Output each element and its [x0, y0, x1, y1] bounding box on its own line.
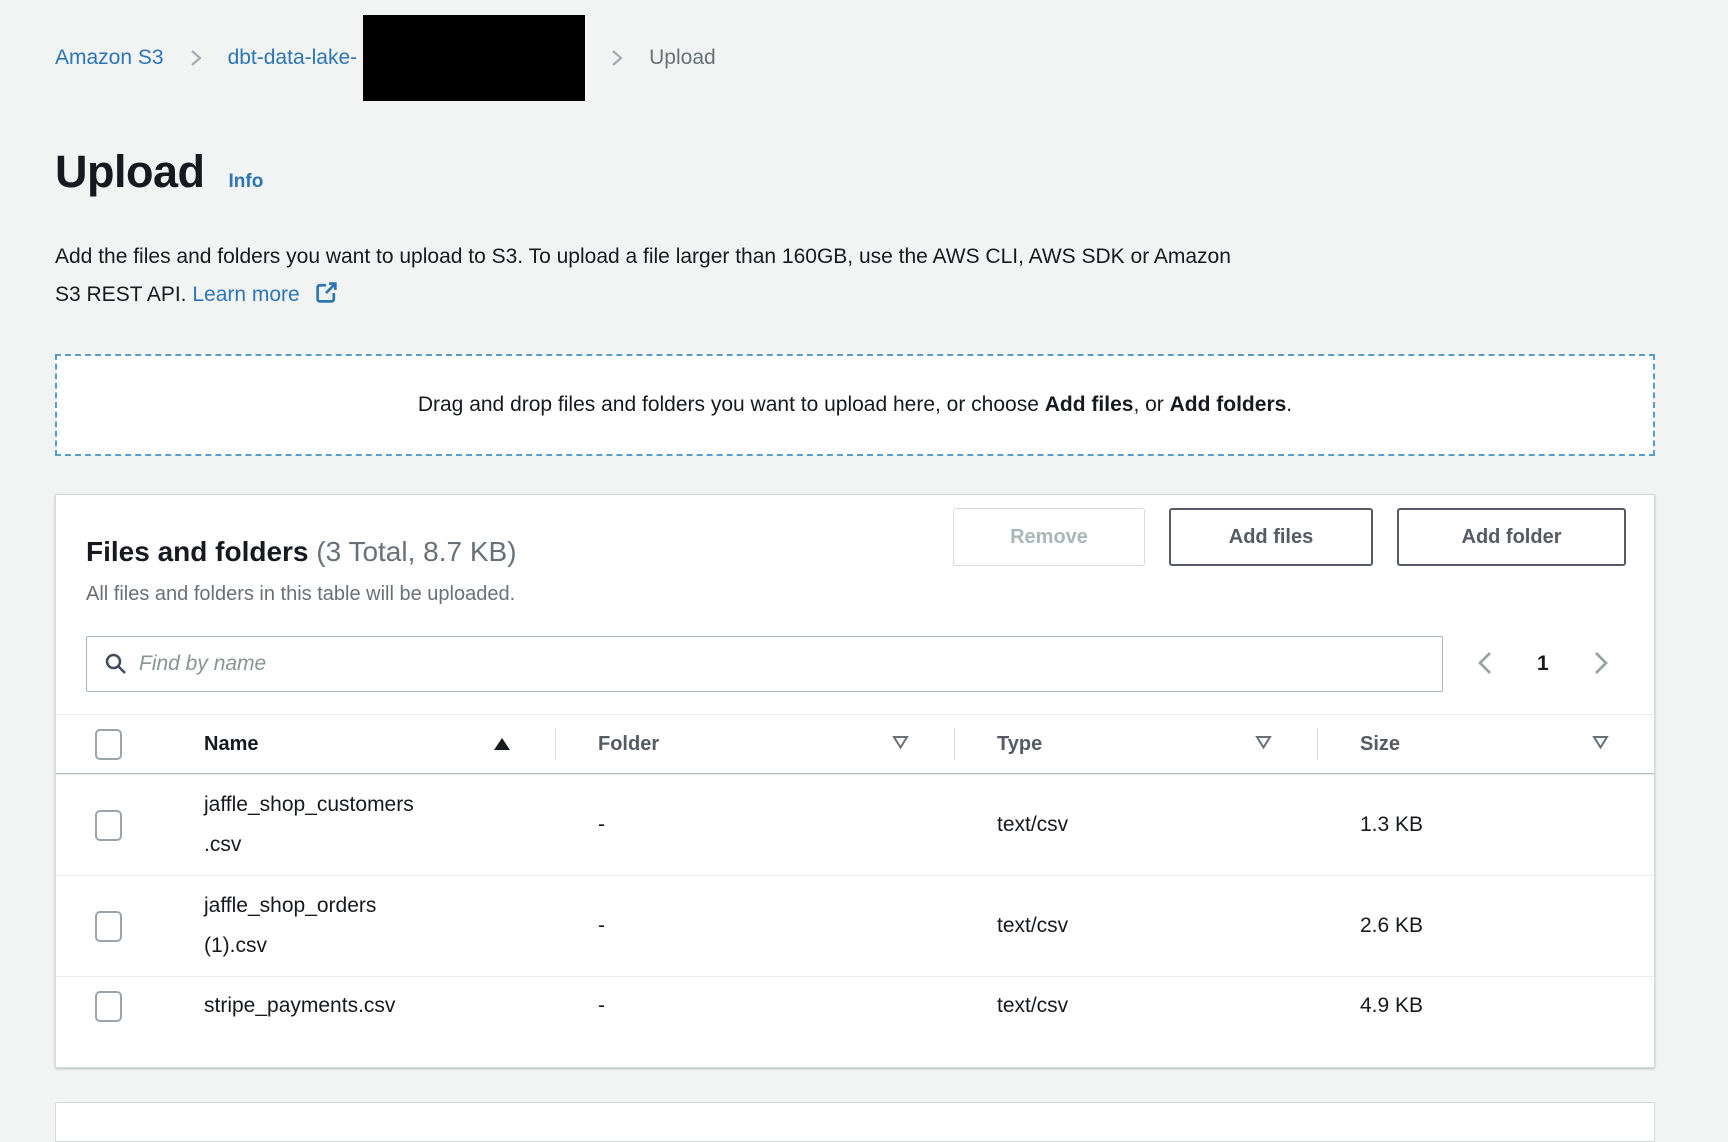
cell-size: 2.6 KB	[1317, 876, 1654, 976]
cell-size: 1.3 KB	[1317, 775, 1654, 875]
search-row: 1	[56, 636, 1654, 692]
sort-ascending-icon	[494, 738, 510, 750]
select-all-cell	[56, 715, 161, 773]
page-title: Upload	[55, 146, 205, 198]
current-page-number: 1	[1537, 652, 1549, 676]
search-input[interactable]	[86, 636, 1443, 692]
files-panel-header: Files and folders (3 Total, 8.7 KB) All …	[56, 495, 1654, 606]
info-link[interactable]: Info	[229, 171, 264, 193]
breadcrumb-link-bucket[interactable]: dbt-data-lake-	[228, 46, 358, 70]
files-panel-description: All files and folders in this table will…	[86, 583, 517, 606]
chevron-right-icon	[1593, 650, 1610, 679]
cell-name: jaffle_shop_orders (1).csv	[161, 876, 436, 976]
filter-triangle-icon[interactable]	[1255, 733, 1272, 756]
intro-line1: Add the files and folders you want to up…	[55, 245, 1231, 268]
cell-type: text/csv	[954, 876, 1317, 976]
select-all-checkbox[interactable]	[95, 729, 122, 760]
breadcrumb-current-upload: Upload	[649, 46, 716, 70]
dropzone-text: Drag and drop files and folders you want…	[418, 393, 1292, 417]
intro-line2: S3 REST API.	[55, 283, 192, 306]
drag-and-drop-zone[interactable]: Drag and drop files and folders you want…	[55, 354, 1655, 456]
chevron-right-icon	[611, 48, 623, 68]
files-panel: Files and folders (3 Total, 8.7 KB) All …	[55, 494, 1655, 1068]
cell-type: text/csv	[954, 977, 1317, 1035]
row-select-cell	[56, 775, 161, 875]
column-header-type[interactable]: Type	[954, 715, 1317, 773]
row-checkbox[interactable]	[95, 911, 122, 942]
previous-page-button[interactable]	[1476, 650, 1493, 679]
column-header-folder[interactable]: Folder	[555, 715, 954, 773]
cell-folder: -	[555, 775, 954, 875]
filter-triangle-icon[interactable]	[1592, 733, 1609, 756]
external-link-icon	[308, 287, 339, 310]
files-panel-title: Files and folders (3 Total, 8.7 KB)	[86, 536, 517, 568]
cell-folder: -	[555, 876, 954, 976]
breadcrumb: Amazon S3 dbt-data-lake- Upload	[55, 14, 1655, 102]
cell-folder: -	[555, 977, 954, 1035]
panel-actions: Remove Add files Add folder	[953, 508, 1626, 606]
table-header-row: Name Folder Type Size	[56, 714, 1654, 774]
pagination: 1	[1476, 650, 1610, 679]
add-folder-button[interactable]: Add folder	[1397, 508, 1626, 566]
redacted-bucket-name	[363, 15, 585, 101]
learn-more-link[interactable]: Learn more	[192, 283, 299, 306]
row-select-cell	[56, 977, 161, 1035]
table-row: jaffle_shop_orders (1).csv - text/csv 2.…	[56, 875, 1654, 976]
files-table: Name Folder Type Size	[56, 714, 1654, 1035]
row-checkbox[interactable]	[95, 991, 122, 1022]
cell-name: stripe_payments.csv	[161, 977, 436, 1035]
add-files-button[interactable]: Add files	[1169, 508, 1373, 566]
table-row: stripe_payments.csv - text/csv 4.9 KB	[56, 976, 1654, 1035]
row-select-cell	[56, 876, 161, 976]
column-header-name[interactable]: Name	[161, 715, 555, 773]
row-checkbox[interactable]	[95, 810, 122, 841]
cell-type: text/csv	[954, 775, 1317, 875]
chevron-left-icon	[1476, 650, 1493, 679]
page: Amazon S3 dbt-data-lake- Upload Upload I…	[0, 14, 1728, 1142]
cell-size: 4.9 KB	[1317, 977, 1654, 1035]
remove-button[interactable]: Remove	[953, 508, 1145, 566]
cell-name: jaffle_shop_customers.csv	[161, 775, 436, 875]
search-icon	[104, 652, 128, 681]
breadcrumb-link-amazon-s3[interactable]: Amazon S3	[55, 46, 164, 70]
page-title-row: Upload Info	[55, 146, 1655, 198]
files-count-summary: (3 Total, 8.7 KB)	[316, 536, 516, 567]
chevron-right-icon	[190, 48, 202, 68]
next-page-button[interactable]	[1593, 650, 1610, 679]
next-section-panel-edge	[55, 1102, 1655, 1142]
filter-triangle-icon[interactable]	[892, 733, 909, 756]
column-header-size[interactable]: Size	[1317, 715, 1654, 773]
table-row: jaffle_shop_customers.csv - text/csv 1.3…	[56, 774, 1654, 875]
intro-paragraph: Add the files and folders you want to up…	[55, 238, 1655, 318]
